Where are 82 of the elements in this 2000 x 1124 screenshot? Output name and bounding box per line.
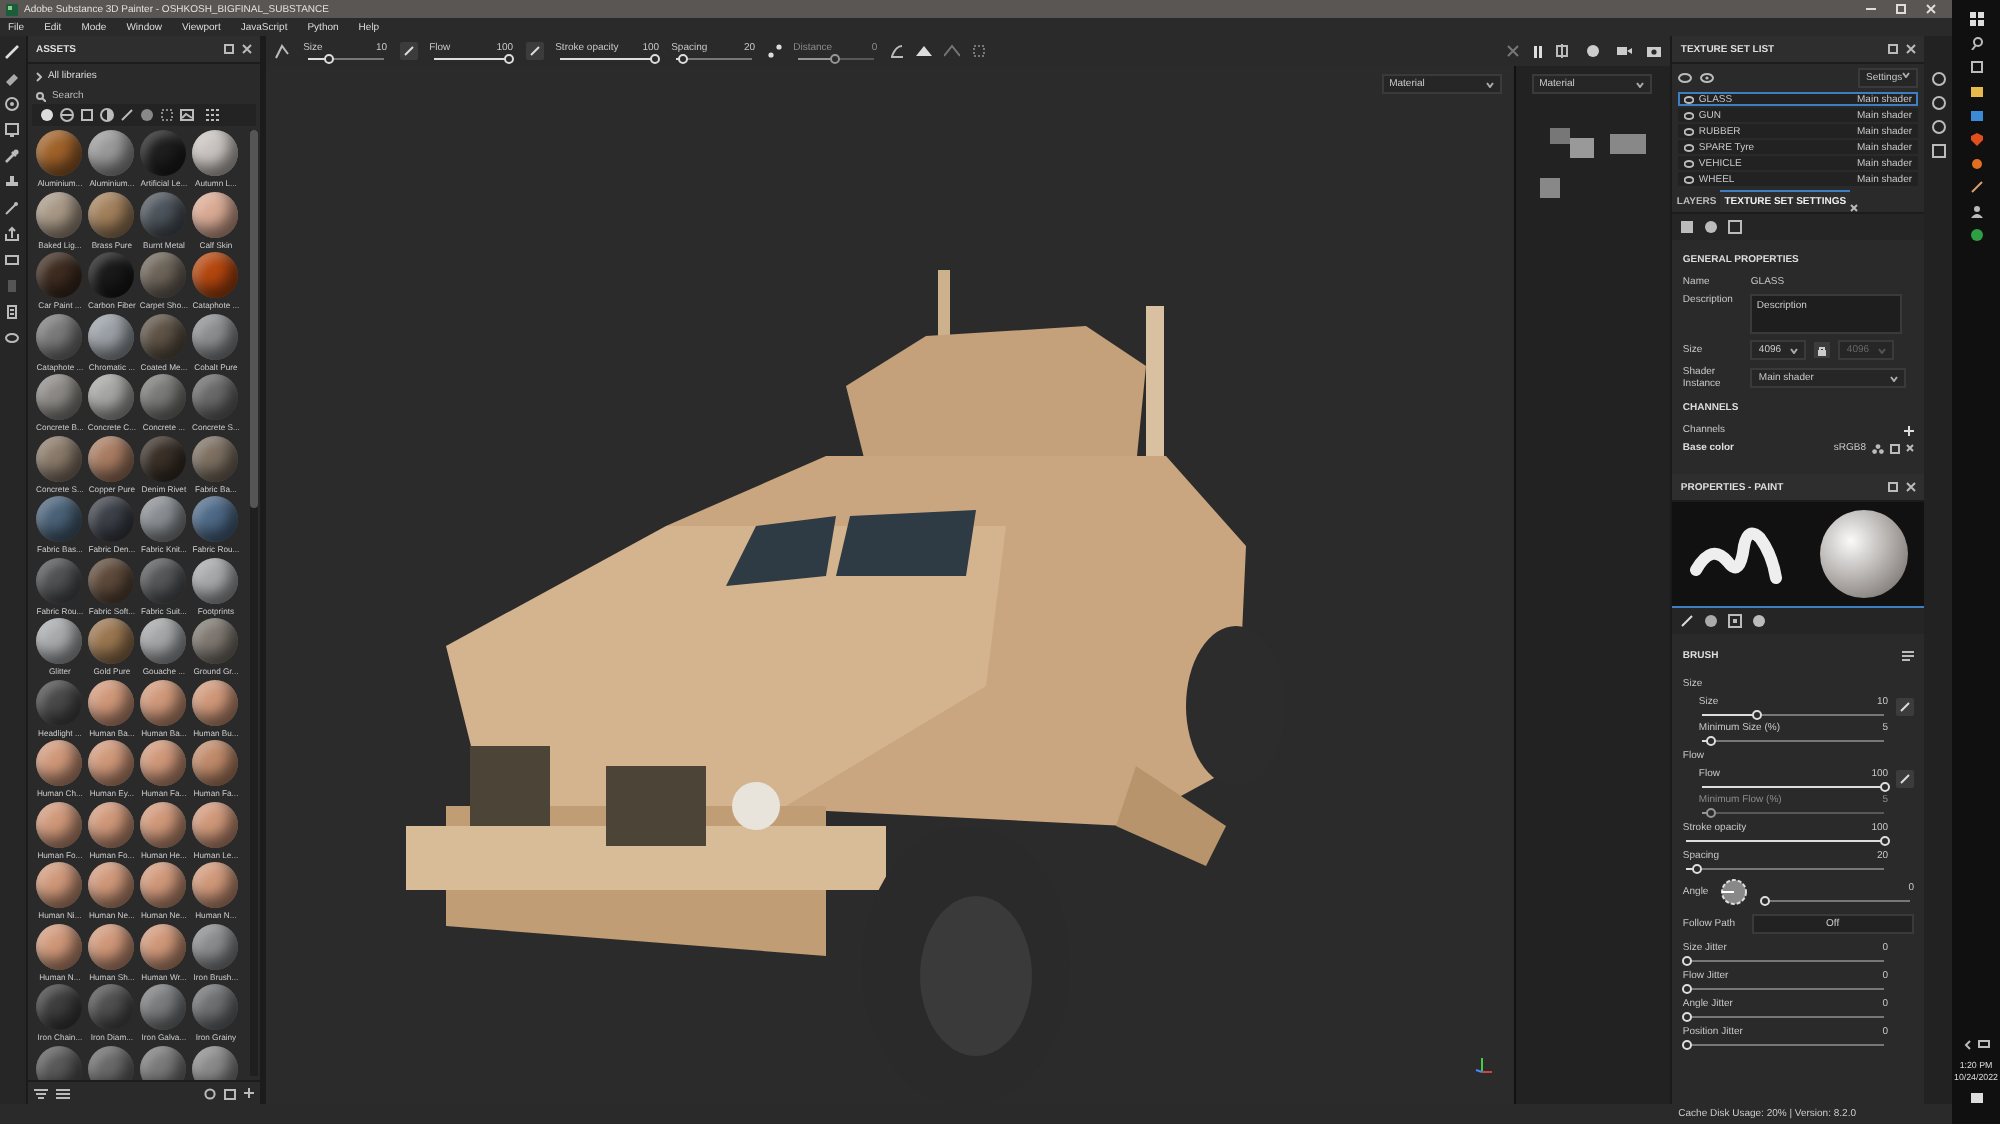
maximize-icon[interactable]: [1896, 4, 1906, 14]
undock-icon[interactable]: [1888, 482, 1899, 492]
axis-gizmo-icon: [1473, 1054, 1494, 1074]
half-circle-icon[interactable]: [99, 108, 114, 122]
slider-thumb[interactable]: [1752, 710, 1763, 720]
square-icon[interactable]: [1931, 144, 1945, 158]
close-icon[interactable]: [241, 44, 252, 54]
pen-icon: [1900, 702, 1911, 712]
slider-thumb[interactable]: [1879, 836, 1890, 846]
undock-icon[interactable]: [1888, 44, 1899, 54]
pen-pressure-button[interactable]: [1896, 770, 1915, 788]
monitor-icon[interactable]: [4, 122, 21, 138]
pen-icon[interactable]: [1969, 180, 1983, 194]
slider-thumb[interactable]: [650, 54, 661, 64]
add-icon[interactable]: [1904, 425, 1915, 435]
pen-icon: [529, 46, 540, 56]
caret-icon: [1878, 347, 1887, 353]
slider-thumb[interactable]: [677, 54, 688, 64]
close-icon[interactable]: [1906, 44, 1917, 54]
pause-icon[interactable]: [1532, 45, 1545, 57]
picker-icon[interactable]: [4, 200, 21, 216]
sphere-icon[interactable]: [1704, 220, 1719, 234]
lock-button[interactable]: [1814, 342, 1831, 358]
list-icon[interactable]: [4, 304, 21, 320]
slider-thumb[interactable]: [1706, 736, 1717, 746]
app-logo-icon: [6, 3, 18, 15]
slider-thumb[interactable]: [1681, 956, 1692, 966]
add-icon[interactable]: [243, 1088, 254, 1098]
slider-thumb[interactable]: [1681, 1040, 1692, 1050]
sphere-icon[interactable]: [4, 96, 21, 112]
search-icon[interactable]: [1969, 36, 1983, 50]
paintbrush-icon[interactable]: [4, 44, 21, 60]
slider-thumb[interactable]: [1759, 896, 1770, 906]
dropper-icon[interactable]: [4, 148, 21, 164]
export-icon[interactable]: [4, 226, 21, 242]
material-sphere-icon[interactable]: [39, 108, 54, 122]
grid-view-icon[interactable]: [205, 108, 220, 122]
pen-icon: [403, 46, 414, 56]
stencil-icon[interactable]: [1728, 614, 1743, 628]
slider-thumb[interactable]: [1681, 984, 1692, 994]
close-icon[interactable]: [1906, 482, 1917, 492]
caret-icon: [1890, 375, 1899, 381]
screenshot-icon[interactable]: [1646, 44, 1663, 58]
pen-icon: [1900, 774, 1911, 784]
windows-logo-icon[interactable]: [1969, 12, 1983, 26]
slider-thumb[interactable]: [1879, 782, 1890, 792]
chevron-left-icon[interactable]: [1963, 1040, 1971, 1050]
slider-thumb[interactable]: [1681, 1012, 1692, 1022]
close-icon[interactable]: [1906, 444, 1915, 452]
caret-icon: [1902, 72, 1911, 78]
preset-menu-icon[interactable]: [1902, 650, 1915, 662]
angle-dial-icon[interactable]: [1720, 878, 1749, 906]
undock-icon[interactable]: [223, 44, 234, 54]
scrollbar[interactable]: [249, 130, 258, 1076]
user-icon[interactable]: [1969, 204, 1983, 218]
filter-list-icon[interactable]: [33, 1087, 48, 1099]
close-icon[interactable]: [1850, 204, 1859, 212]
slider-thumb[interactable]: [324, 54, 335, 64]
brush-icon[interactable]: [1680, 614, 1695, 628]
eraser-icon[interactable]: [4, 70, 21, 86]
pen-pressure-button[interactable]: [399, 42, 418, 60]
caret-icon: [1790, 347, 1799, 353]
square-icon[interactable]: [79, 108, 94, 122]
close-icon[interactable]: [1926, 4, 1936, 14]
pen-pressure-button[interactable]: [525, 42, 544, 60]
caret-icon: [1485, 81, 1494, 87]
camera-icon[interactable]: [1616, 44, 1635, 58]
brush-icon[interactable]: [119, 108, 134, 122]
chevron-right-icon[interactable]: [35, 71, 42, 81]
caret-icon: [1635, 81, 1644, 87]
pen-pressure-button[interactable]: [1896, 698, 1915, 716]
search-icon: [35, 91, 46, 101]
slider-thumb[interactable]: [504, 54, 515, 64]
shield-icon[interactable]: [1969, 132, 1983, 146]
minimize-icon[interactable]: [1866, 4, 1876, 14]
material-sphere-preview-icon: [1817, 508, 1910, 600]
padlock-icon: [1818, 345, 1827, 355]
stamp-icon[interactable]: [4, 174, 21, 190]
channel-options-icon[interactable]: [1872, 443, 1885, 453]
slider-thumb[interactable]: [1691, 864, 1702, 874]
eye-icon[interactable]: [1700, 72, 1715, 84]
image-icon[interactable]: [179, 108, 194, 122]
